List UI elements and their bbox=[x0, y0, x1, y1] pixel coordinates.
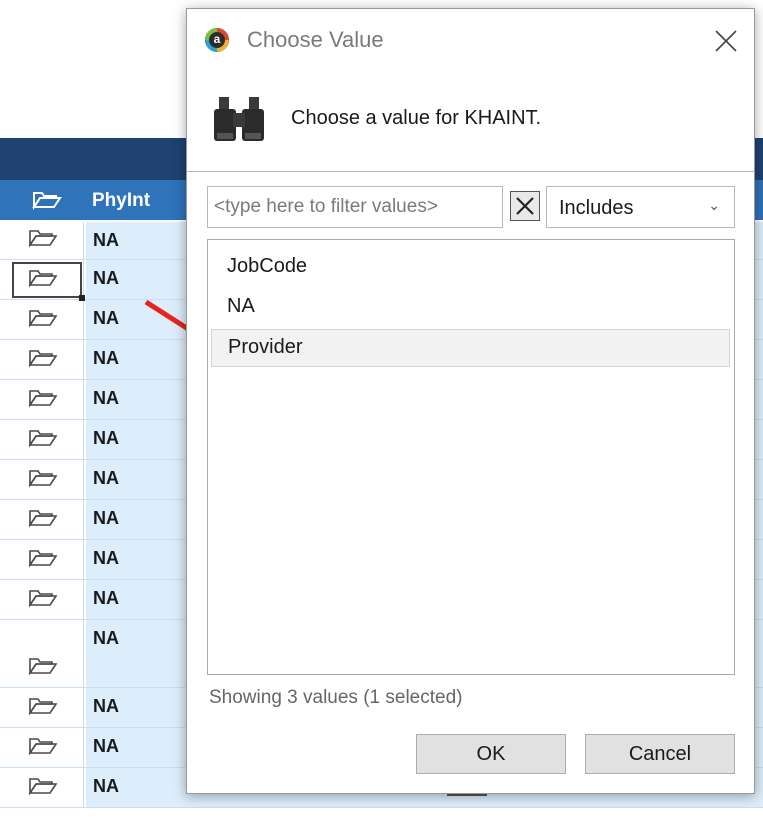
folder-cell[interactable] bbox=[0, 380, 84, 419]
folder-cell[interactable] bbox=[0, 728, 84, 767]
folder-icon bbox=[28, 736, 58, 761]
values-list[interactable]: JobCode NA Provider bbox=[207, 239, 735, 675]
folder-cell[interactable] bbox=[0, 300, 84, 339]
folder-cell[interactable] bbox=[0, 540, 84, 579]
cell-value: NA bbox=[93, 388, 119, 408]
folder-cell[interactable] bbox=[0, 460, 84, 499]
folder-cell[interactable] bbox=[0, 222, 84, 259]
folder-cell[interactable] bbox=[0, 340, 84, 379]
folder-icon bbox=[28, 228, 58, 253]
folder-cell[interactable] bbox=[0, 420, 84, 459]
choose-value-dialog: a Choose Value Choose a value for KHAINT… bbox=[186, 8, 755, 794]
chevron-down-icon: ⌄ bbox=[708, 197, 720, 213]
folder-icon bbox=[28, 348, 58, 373]
folder-cell[interactable] bbox=[0, 620, 84, 687]
folder-icon bbox=[28, 656, 58, 681]
folder-icon bbox=[28, 588, 58, 613]
folder-icon bbox=[28, 776, 58, 801]
cell-value: NA bbox=[93, 776, 119, 796]
cell-value: NA bbox=[93, 736, 119, 756]
value-item[interactable]: Provider bbox=[211, 329, 730, 367]
folder-cell[interactable] bbox=[0, 580, 84, 619]
folder-icon bbox=[28, 696, 58, 721]
folder-icon bbox=[28, 388, 58, 413]
cell-value: NA bbox=[93, 468, 119, 488]
cell-value: NA bbox=[93, 508, 119, 528]
dialog-header: Choose a value for KHAINT. bbox=[187, 73, 754, 172]
close-button[interactable] bbox=[712, 27, 740, 55]
folder-icon bbox=[28, 308, 58, 333]
dialog-titlebar[interactable]: a Choose Value bbox=[187, 9, 754, 73]
clear-x-icon bbox=[516, 197, 534, 215]
value-item[interactable]: NA bbox=[211, 289, 730, 327]
cell-value: NA bbox=[93, 268, 119, 288]
cell-value: NA bbox=[93, 308, 119, 328]
dialog-title: Choose Value bbox=[247, 27, 384, 52]
folder-icon bbox=[28, 468, 58, 493]
status-text: Showing 3 values (1 selected) bbox=[209, 687, 463, 708]
folder-cell[interactable] bbox=[0, 500, 84, 539]
dialog-prompt: Choose a value for KHAINT. bbox=[291, 107, 542, 129]
folder-icon bbox=[443, 793, 491, 820]
cell-value: NA bbox=[93, 348, 119, 368]
folder-cell[interactable] bbox=[0, 688, 84, 727]
filter-input[interactable] bbox=[207, 186, 503, 228]
cancel-button[interactable]: Cancel bbox=[585, 734, 735, 774]
column-header-phyint[interactable]: PhyInt bbox=[92, 190, 150, 212]
cell-value: NA bbox=[93, 230, 119, 250]
cell-value: NA bbox=[93, 588, 119, 608]
folder-icon bbox=[28, 548, 58, 573]
match-mode-value: Includes bbox=[559, 197, 634, 219]
folder-cell[interactable] bbox=[0, 768, 84, 807]
fill-handle[interactable] bbox=[79, 295, 85, 301]
selected-cell-outline bbox=[12, 262, 85, 301]
clear-filter-button[interactable] bbox=[510, 191, 540, 221]
folder-icon bbox=[28, 508, 58, 533]
match-mode-select[interactable]: Includes ⌄ bbox=[546, 186, 735, 228]
folder-icon bbox=[28, 428, 58, 453]
app-logo-icon: a bbox=[205, 28, 229, 52]
cell-value: NA bbox=[93, 628, 119, 648]
cell-value: NA bbox=[93, 428, 119, 448]
open-folder-icon bbox=[32, 190, 62, 215]
ok-button[interactable]: OK bbox=[416, 734, 566, 774]
cell-value: NA bbox=[93, 548, 119, 568]
binoculars-icon bbox=[211, 95, 267, 148]
close-icon bbox=[715, 30, 737, 52]
value-item[interactable]: JobCode bbox=[211, 249, 730, 287]
cell-value: NA bbox=[93, 696, 119, 716]
